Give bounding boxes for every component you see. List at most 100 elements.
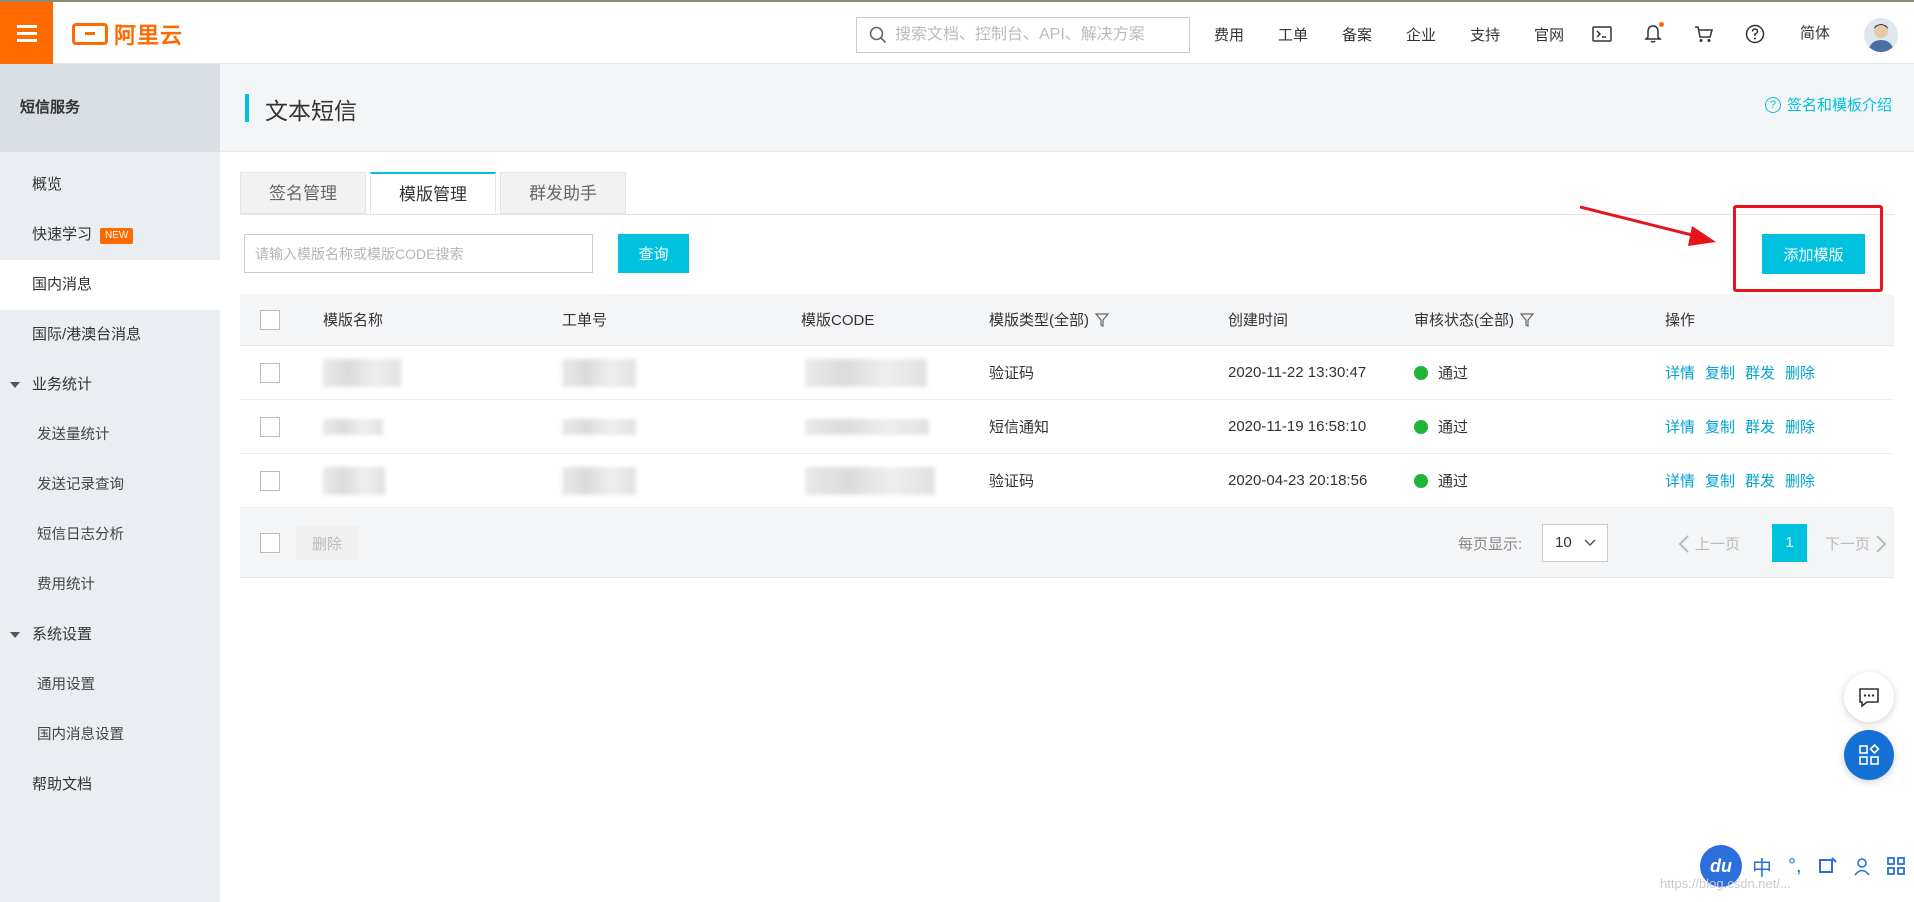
chat-float-button[interactable] xyxy=(1844,672,1894,722)
sidebar-item-overview[interactable]: 概览 xyxy=(0,160,220,210)
table-header: 模版名称 工单号 模版CODE 模版类型(全部) 创建时间 审核状态(全部) 操… xyxy=(240,294,1894,346)
ime-grid-icon[interactable] xyxy=(1886,856,1906,876)
sidebar-item-help-docs[interactable]: 帮助文档 xyxy=(0,760,220,810)
ime-skin-icon[interactable] xyxy=(1818,856,1838,876)
language-switch[interactable]: 简体 xyxy=(1800,2,1830,66)
logo-text: 阿里云 xyxy=(114,23,184,48)
table-row: 短信通知 2020-11-19 16:58:10 通过 详情 复制 群发 删除 xyxy=(240,400,1894,454)
nav-official-site[interactable]: 官网 xyxy=(1534,24,1564,45)
review-status: 通过 xyxy=(1414,346,1468,399)
redacted-template-name xyxy=(323,358,401,387)
chat-icon xyxy=(1859,688,1879,708)
nav-icp[interactable]: 备案 xyxy=(1342,24,1372,45)
nav-tickets[interactable]: 工单 xyxy=(1278,24,1308,45)
select-all-checkbox[interactable] xyxy=(260,309,280,330)
delete-link[interactable]: 删除 xyxy=(1785,362,1815,383)
sidebar-group-business-stats[interactable]: 业务统计 xyxy=(0,360,220,410)
sidebar-item-label: 发送记录查询 xyxy=(37,477,124,493)
caret-down-icon xyxy=(10,382,20,388)
sidebar-item-domestic-settings[interactable]: 国内消息设置 xyxy=(0,710,220,760)
hamburger-icon xyxy=(16,31,37,35)
per-page-select[interactable]: 10 xyxy=(1542,524,1608,562)
col-template-type[interactable]: 模版类型(全部) xyxy=(989,294,1109,345)
filter-icon[interactable] xyxy=(1520,312,1534,327)
bulk-send-link[interactable]: 群发 xyxy=(1745,362,1775,383)
copy-link[interactable]: 复制 xyxy=(1705,470,1735,491)
sidebar-item-cost-stats[interactable]: 费用统计 xyxy=(0,560,220,610)
status-dot-icon xyxy=(1414,419,1428,434)
template-search-input[interactable] xyxy=(244,234,593,273)
sidebar-item-label: 概览 xyxy=(32,176,63,193)
sidebar-item-log-analysis[interactable]: 短信日志分析 xyxy=(0,510,220,560)
row-checkbox[interactable] xyxy=(260,416,280,437)
nav-enterprise[interactable]: 企业 xyxy=(1406,24,1436,45)
row-actions: 详情 复制 群发 删除 xyxy=(1665,454,1825,507)
sidebar-item-label: 国际/港澳台消息 xyxy=(32,326,142,343)
sidebar-group-system-settings[interactable]: 系统设置 xyxy=(0,610,220,660)
detail-link[interactable]: 详情 xyxy=(1665,470,1695,491)
global-search-input[interactable] xyxy=(895,26,1175,44)
detail-link[interactable]: 详情 xyxy=(1665,416,1695,437)
help-link[interactable]: ? 签名和模板介绍 xyxy=(1764,94,1892,115)
filter-icon[interactable] xyxy=(1095,312,1109,327)
aliyun-logo[interactable]: 阿里云 xyxy=(72,20,183,48)
copy-link[interactable]: 复制 xyxy=(1705,416,1735,437)
col-template-name: 模版名称 xyxy=(323,312,384,329)
next-page-button[interactable]: 下一页 xyxy=(1825,533,1888,554)
ime-punctuation[interactable]: °, xyxy=(1788,855,1802,878)
row-checkbox[interactable] xyxy=(260,362,280,383)
copy-link[interactable]: 复制 xyxy=(1705,362,1735,383)
delete-link[interactable]: 删除 xyxy=(1785,416,1815,437)
sidebar-item-international-messages[interactable]: 国际/港澳台消息 xyxy=(0,310,220,360)
nav-fees[interactable]: 费用 xyxy=(1214,24,1244,45)
tab-signature[interactable]: 签名管理 xyxy=(240,172,366,214)
tabs: 签名管理 模版管理 群发助手 xyxy=(240,172,630,214)
page-header: 文本短信 ? 签名和模板介绍 xyxy=(220,64,1914,152)
cart-icon[interactable] xyxy=(1692,22,1716,46)
detail-link[interactable]: 详情 xyxy=(1665,362,1695,383)
review-status-label: 通过 xyxy=(1438,419,1469,436)
apps-float-button[interactable] xyxy=(1844,730,1894,780)
prev-page-button[interactable]: 上一页 xyxy=(1677,533,1740,554)
sidebar-item-general-settings[interactable]: 通用设置 xyxy=(0,660,220,710)
review-status-label: 通过 xyxy=(1438,473,1469,490)
status-dot-icon xyxy=(1414,365,1428,380)
status-dot-icon xyxy=(1414,473,1428,488)
bell-icon[interactable] xyxy=(1641,22,1665,46)
menu-button[interactable] xyxy=(0,2,53,64)
sidebar-item-send-records[interactable]: 发送记录查询 xyxy=(0,460,220,510)
select-all-cell xyxy=(260,294,280,345)
nav-support[interactable]: 支持 xyxy=(1470,24,1500,45)
row-checkbox[interactable] xyxy=(260,470,280,491)
help-icon[interactable] xyxy=(1743,22,1767,46)
global-search[interactable] xyxy=(856,17,1190,53)
redacted-template-name xyxy=(323,418,383,435)
created-time: 2020-04-23 20:18:56 xyxy=(1228,472,1368,489)
sidebar-item-label: 短信日志分析 xyxy=(37,527,124,543)
sidebar-item-quick-start[interactable]: 快速学习 NEW xyxy=(0,210,220,260)
sidebar-item-send-volume[interactable]: 发送量统计 xyxy=(0,410,220,460)
tab-template[interactable]: 模版管理 xyxy=(370,172,496,214)
annotation-arrow-icon xyxy=(1580,205,1716,246)
bulk-send-link[interactable]: 群发 xyxy=(1745,416,1775,437)
col-template-type-label: 模版类型(全部) xyxy=(989,312,1089,329)
tab-bulk-send[interactable]: 群发助手 xyxy=(500,172,626,214)
col-review-status[interactable]: 审核状态(全部) xyxy=(1414,294,1534,345)
add-template-button[interactable]: 添加模版 xyxy=(1762,234,1865,274)
per-page-value: 10 xyxy=(1555,534,1572,551)
terminal-icon[interactable] xyxy=(1590,22,1614,46)
top-icons xyxy=(1590,2,1794,66)
query-button[interactable]: 查询 xyxy=(618,234,689,273)
sidebar-item-label: 系统设置 xyxy=(32,626,93,643)
bulk-send-link[interactable]: 群发 xyxy=(1745,470,1775,491)
sidebar-menu: 概览 快速学习 NEW 国内消息 国际/港澳台消息 业务统计 发送量统计 发送记录… xyxy=(0,152,220,810)
delete-link[interactable]: 删除 xyxy=(1785,470,1815,491)
search-icon xyxy=(869,26,887,44)
bulk-delete-button[interactable]: 删除 xyxy=(296,526,358,560)
footer-select-all-checkbox[interactable] xyxy=(260,532,280,553)
sidebar-item-domestic-messages[interactable]: 国内消息 xyxy=(0,260,220,310)
user-avatar[interactable] xyxy=(1864,18,1898,52)
current-page-button[interactable]: 1 xyxy=(1772,524,1807,562)
ime-user-icon[interactable] xyxy=(1852,856,1872,876)
review-status-label: 通过 xyxy=(1438,365,1469,382)
